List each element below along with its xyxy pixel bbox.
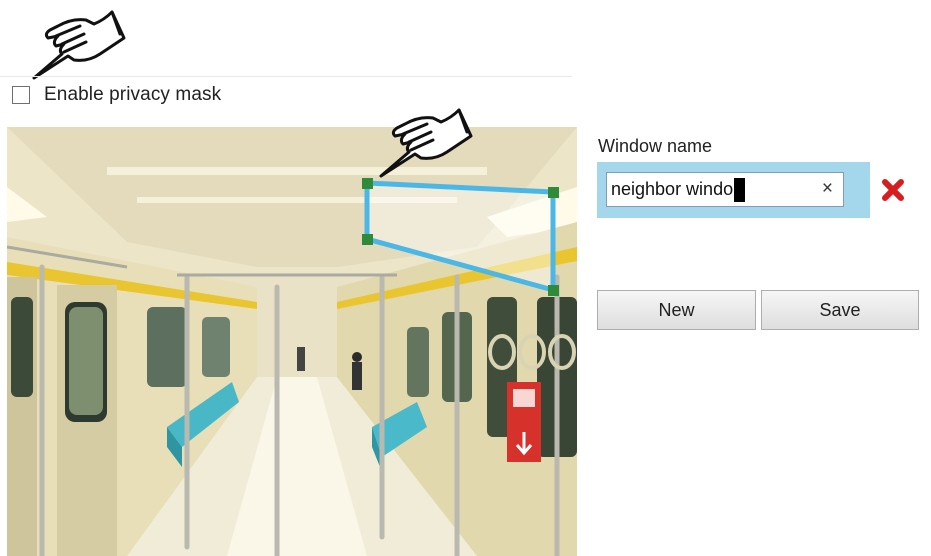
enable-privacy-label: Enable privacy mask [44, 84, 222, 105]
hand-pointer-icon [28, 6, 128, 82]
enable-privacy-checkbox[interactable] [12, 86, 30, 104]
window-name-panel: neighbor windo × [597, 162, 870, 218]
text-cursor [734, 177, 746, 202]
close-icon[interactable]: × [822, 177, 833, 201]
window-name-input[interactable]: neighbor windo × [606, 172, 844, 207]
divider [0, 76, 572, 77]
enable-privacy-row[interactable]: Enable privacy mask [12, 84, 221, 106]
window-name-label: Window name [598, 136, 713, 156]
hand-pointer-icon [375, 104, 475, 180]
new-button[interactable]: New [597, 290, 756, 330]
window-name-value: neighbor windo [611, 179, 734, 199]
red-x-delete-icon[interactable] [879, 176, 907, 204]
camera-view[interactable] [7, 127, 577, 556]
save-button[interactable]: Save [761, 290, 919, 330]
